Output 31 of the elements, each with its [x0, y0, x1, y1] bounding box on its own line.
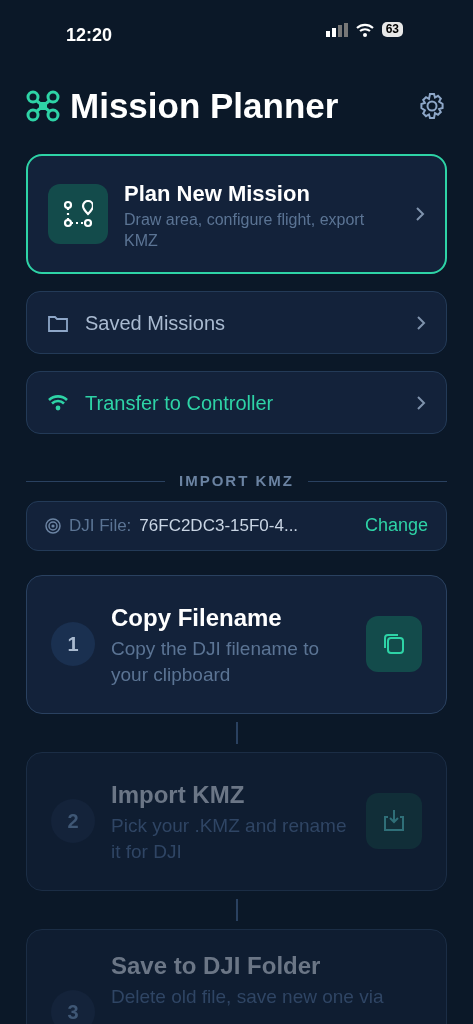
app-title: Mission Planner — [70, 85, 340, 127]
copy-button[interactable] — [366, 616, 422, 672]
status-time: 12:20 — [66, 24, 113, 47]
step-number: 1 — [51, 622, 95, 666]
file-name: 76FC2DC3-15F0-4... — [139, 514, 300, 537]
step-description: Copy the DJI filename to your clipboard — [111, 637, 321, 687]
menu-item[interactable]: Saved Missions — [26, 291, 447, 354]
chevron-right-icon — [416, 394, 426, 411]
settings-icon — [417, 91, 447, 121]
settings-button[interactable] — [417, 91, 447, 121]
step-title: Import KMZ — [111, 780, 246, 811]
chevron-right-icon — [415, 206, 425, 222]
section-title: IMPORT KMZ — [179, 471, 294, 491]
wifi-icon — [47, 392, 69, 413]
step-number: 2 — [51, 799, 95, 843]
signal-icon — [325, 22, 348, 37]
route-icon — [63, 200, 93, 228]
menu-item[interactable]: Transfer to Controller — [26, 371, 447, 434]
target-icon — [45, 517, 61, 534]
wifi-icon — [355, 22, 374, 37]
plan-mission-button[interactable]: Plan New Mission Draw area, configure flight, export KMZ — [26, 154, 447, 274]
chevron-right-icon — [416, 314, 426, 331]
menu-subtitle: Draw area, configure flight, export KMZ — [124, 209, 366, 251]
file-label: DJI File: — [69, 514, 132, 537]
step-title: Save to DJI Folder — [111, 950, 322, 981]
step-number: 3 — [51, 989, 95, 1024]
step-title: Copy Filename — [111, 603, 283, 634]
battery-indicator: 63 — [381, 22, 403, 37]
menu-title: Plan New Mission — [124, 179, 311, 208]
change-link[interactable]: Change — [364, 512, 428, 539]
drone-icon — [26, 90, 60, 122]
